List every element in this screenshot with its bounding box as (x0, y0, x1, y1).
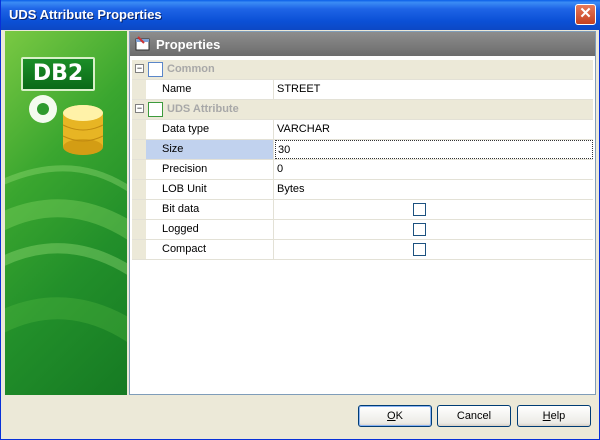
property-name: Data type (146, 120, 274, 139)
property-row-bit-data[interactable]: Bit data (132, 200, 593, 220)
collapse-icon[interactable]: − (135, 104, 144, 113)
property-name: Precision (146, 160, 274, 179)
close-icon: ✕ (579, 5, 592, 22)
properties-icon (135, 36, 150, 51)
close-button[interactable]: ✕ (575, 4, 596, 25)
database-icon (62, 105, 104, 155)
property-value-compact (275, 240, 593, 259)
common-category-icon (148, 62, 163, 77)
compact-checkbox[interactable] (413, 243, 426, 256)
property-value-size-input[interactable]: 30 (275, 140, 593, 159)
collapse-icon[interactable]: − (135, 64, 144, 73)
property-name: Size (146, 140, 274, 159)
help-button[interactable]: Help (517, 405, 591, 427)
property-row-precision[interactable]: Precision 0 (132, 160, 593, 180)
property-row-logged[interactable]: Logged (132, 220, 593, 240)
property-value-data-type[interactable]: VARCHAR (275, 120, 593, 139)
property-name: Logged (146, 220, 274, 239)
category-label: Common (167, 63, 215, 75)
property-value-bit-data (275, 200, 593, 219)
property-name: Compact (146, 240, 274, 259)
db2-logo: DB2 (21, 57, 95, 91)
property-row-name[interactable]: Name STREET (132, 80, 593, 100)
dialog-window: UDS Attribute Properties ✕ DB2 Propertie… (0, 0, 600, 440)
side-banner: DB2 (5, 31, 127, 395)
cancel-button[interactable]: Cancel (437, 405, 511, 427)
logged-checkbox[interactable] (413, 223, 426, 236)
category-label: UDS Attribute (167, 103, 239, 115)
property-row-lob-unit[interactable]: LOB Unit Bytes (132, 180, 593, 200)
property-name: Name (146, 80, 274, 99)
property-value-logged (275, 220, 593, 239)
category-uds-attribute[interactable]: − UDS Attribute (132, 100, 593, 120)
panel-header: Properties (130, 32, 595, 56)
ok-button[interactable]: OK (358, 405, 432, 427)
gear-icon (29, 95, 57, 123)
property-grid: − Common Name STREET − UDS Attribute Dat… (132, 60, 593, 260)
property-value-name[interactable]: STREET (275, 80, 593, 99)
property-value-lob-unit[interactable]: Bytes (275, 180, 593, 199)
title-bar[interactable]: UDS Attribute Properties ✕ (1, 0, 600, 30)
property-row-data-type[interactable]: Data type VARCHAR (132, 120, 593, 140)
property-row-compact[interactable]: Compact (132, 240, 593, 260)
panel-title: Properties (156, 37, 221, 52)
property-name: Bit data (146, 200, 274, 219)
window-title: UDS Attribute Properties (9, 7, 162, 22)
property-value-precision[interactable]: 0 (275, 160, 593, 179)
category-common[interactable]: − Common (132, 60, 593, 80)
properties-panel: Properties − Common Name STREET − UDS At… (129, 31, 596, 395)
property-row-size[interactable]: Size 30 (132, 140, 593, 160)
property-name: LOB Unit (146, 180, 274, 199)
bit-data-checkbox[interactable] (413, 203, 426, 216)
attribute-category-icon (148, 102, 163, 117)
